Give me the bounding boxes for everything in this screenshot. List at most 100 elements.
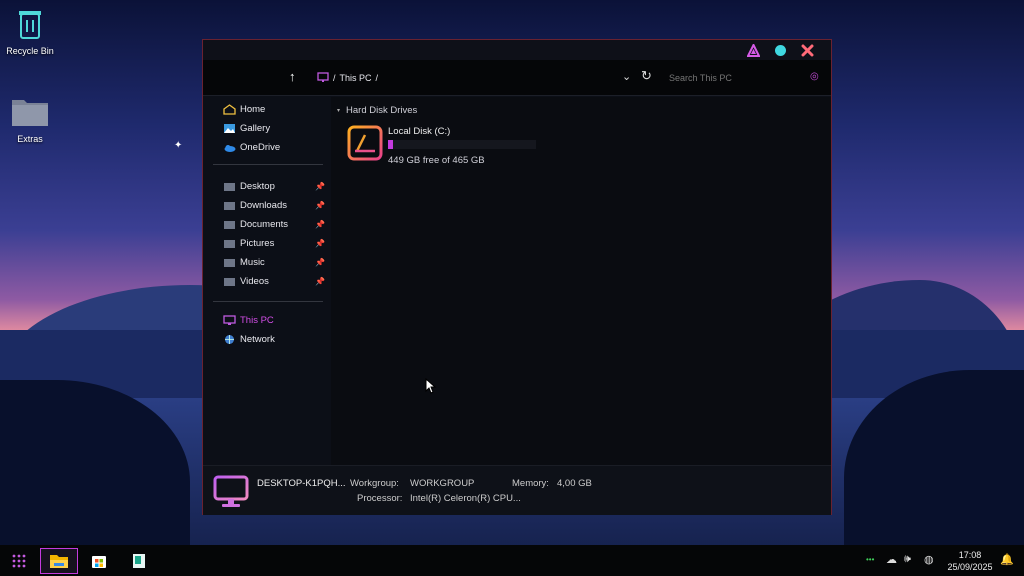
pin-icon: 📌 [315, 200, 325, 210]
sidebar-item-pictures[interactable]: Pictures 📌 [223, 235, 329, 251]
network-icon [225, 334, 234, 344]
search-input[interactable] [669, 69, 809, 87]
breadcrumb[interactable]: / This PC / [317, 72, 378, 83]
onedrive-icon[interactable]: ☁ [886, 553, 897, 566]
divider [213, 164, 323, 165]
monitor-icon [317, 72, 329, 82]
processor-value: Intel(R) Celeron(R) CPU... [410, 493, 521, 504]
taskbar-file-explorer[interactable] [40, 548, 78, 574]
up-arrow-button[interactable]: ↑ [289, 69, 296, 84]
group-header-label: Hard Disk Drives [346, 105, 418, 116]
pin-icon: 📌 [315, 238, 325, 248]
sidebar-item-label: Documents [240, 218, 289, 230]
drive-name: Local Disk (C:) [388, 126, 451, 137]
desktop-icon-extras[interactable]: Extras [0, 94, 60, 144]
store-icon [92, 556, 106, 568]
start-grid-icon [12, 554, 26, 568]
drive-usage-fill [388, 140, 394, 149]
sidebar-item-documents[interactable]: Documents 📌 [223, 216, 329, 232]
workgroup-label: Workgroup: [350, 478, 399, 489]
monitor-icon [223, 314, 236, 325]
sidebar-item-network[interactable]: Network [223, 331, 329, 347]
pin-icon: 📌 [315, 276, 325, 286]
desktop-icon-label: Extras [17, 134, 43, 144]
folder-icon [224, 258, 235, 267]
sidebar-item-this-pc[interactable]: This PC [223, 312, 329, 328]
maximize-button[interactable] [774, 44, 787, 57]
onedrive-icon [224, 144, 236, 152]
details-pane: DESKTOP-K1PQH... Workgroup: WORKGROUP Me… [203, 465, 831, 515]
taskbar-clock[interactable]: 17:08 25/09/2025 [940, 549, 1000, 573]
chevron-down-icon: ▾ [337, 108, 341, 114]
pin-icon: 📌 [315, 219, 325, 229]
processor-label: Processor: [357, 493, 403, 504]
folder-icon [224, 239, 235, 248]
drive-icon [347, 125, 383, 161]
memory-label: Memory: [512, 478, 549, 489]
sidebar-item-label: Music [240, 256, 265, 268]
sidebar-item-music[interactable]: Music 📌 [223, 254, 329, 270]
sidebar-item-label: Desktop [240, 180, 275, 192]
chevron-down-icon[interactable]: ⌄ [622, 70, 631, 83]
refresh-icon[interactable]: ↻ [641, 68, 652, 84]
file-explorer-icon [50, 555, 68, 568]
taskbar-notepad[interactable] [120, 548, 158, 574]
sidebar-item-gallery[interactable]: Gallery [223, 120, 329, 136]
folder-icon [224, 182, 235, 191]
breadcrumb-item[interactable]: This PC [340, 73, 372, 83]
content-pane: ▾ Hard Disk Drives Local Disk (C:) 449 G… [331, 97, 831, 465]
mouse-cursor-icon [425, 378, 437, 394]
sidebar-item-label: OneDrive [240, 141, 281, 153]
monitor-icon [213, 475, 249, 507]
workgroup-value: WORKGROUP [410, 478, 475, 489]
home-icon [223, 103, 236, 115]
folder-icon [12, 100, 48, 126]
settings-icon[interactable]: ◎ [810, 71, 819, 82]
close-button[interactable] [801, 44, 814, 57]
computer-name: DESKTOP-K1PQH... [257, 478, 346, 489]
folder-icon [224, 220, 235, 229]
drive-free-space: 449 GB free of 465 GB [388, 155, 485, 166]
minimize-button[interactable] [747, 44, 760, 57]
sidebar-item-onedrive[interactable]: OneDrive [223, 139, 329, 155]
sidebar-item-label: This PC [240, 314, 274, 326]
group-header[interactable]: ▾ Hard Disk Drives [337, 105, 417, 116]
drive-item-local-disk-c[interactable]: Local Disk (C:) 449 GB free of 465 GB [347, 125, 547, 169]
overflow-dots-icon[interactable]: ••• [866, 555, 874, 564]
desktop-icon-label: Recycle Bin [6, 46, 54, 56]
navigation-pane: Home Gallery OneDrive Desktop 📌 Download… [203, 97, 331, 465]
pin-icon: 📌 [315, 181, 325, 191]
clock-time: 17:08 [958, 550, 982, 560]
taskbar-store[interactable] [80, 548, 118, 574]
sidebar-item-desktop[interactable]: Desktop 📌 [223, 178, 329, 194]
sidebar-item-label: Network [240, 333, 275, 345]
notification-bell-icon[interactable]: 🔔 [1000, 553, 1014, 566]
desktop-icon-recycle-bin[interactable]: Recycle Bin [0, 8, 60, 56]
folder-icon [224, 277, 235, 286]
sidebar-item-downloads[interactable]: Downloads 📌 [223, 197, 329, 213]
globe-icon[interactable]: ◍ [924, 553, 934, 566]
star-icon: ✦ [174, 140, 183, 151]
sidebar-item-videos[interactable]: Videos 📌 [223, 273, 329, 289]
memory-value: 4,00 GB [557, 478, 592, 489]
breadcrumb-separator: / [375, 72, 379, 83]
volume-icon[interactable]: 🕪 [904, 553, 911, 566]
file-explorer-window: ↑ / This PC / ⌄ ↻ ◎ Home Gallery OneDriv… [202, 39, 832, 515]
notepad-icon [133, 554, 145, 568]
sidebar-item-home[interactable]: Home [223, 101, 329, 117]
clock-date: 25/09/2025 [947, 562, 993, 572]
folder-icon [224, 201, 235, 210]
sidebar-item-label: Gallery [240, 122, 271, 134]
pin-icon: 📌 [315, 257, 325, 267]
taskbar: ••• ☁ 🕪 ◍ 17:08 25/09/2025 🔔 [0, 545, 1024, 576]
sidebar-item-label: Videos [240, 275, 269, 287]
sidebar-item-label: Home [240, 103, 266, 115]
title-bar[interactable] [203, 40, 831, 60]
start-button[interactable] [0, 548, 38, 574]
gallery-icon [224, 123, 235, 133]
address-bar: ↑ / This PC / ⌄ ↻ ◎ [203, 60, 831, 96]
drive-usage-bar [388, 140, 536, 149]
sidebar-item-label: Downloads [240, 199, 287, 211]
breadcrumb-separator: / [333, 72, 336, 83]
sidebar-item-label: Pictures [240, 237, 275, 249]
